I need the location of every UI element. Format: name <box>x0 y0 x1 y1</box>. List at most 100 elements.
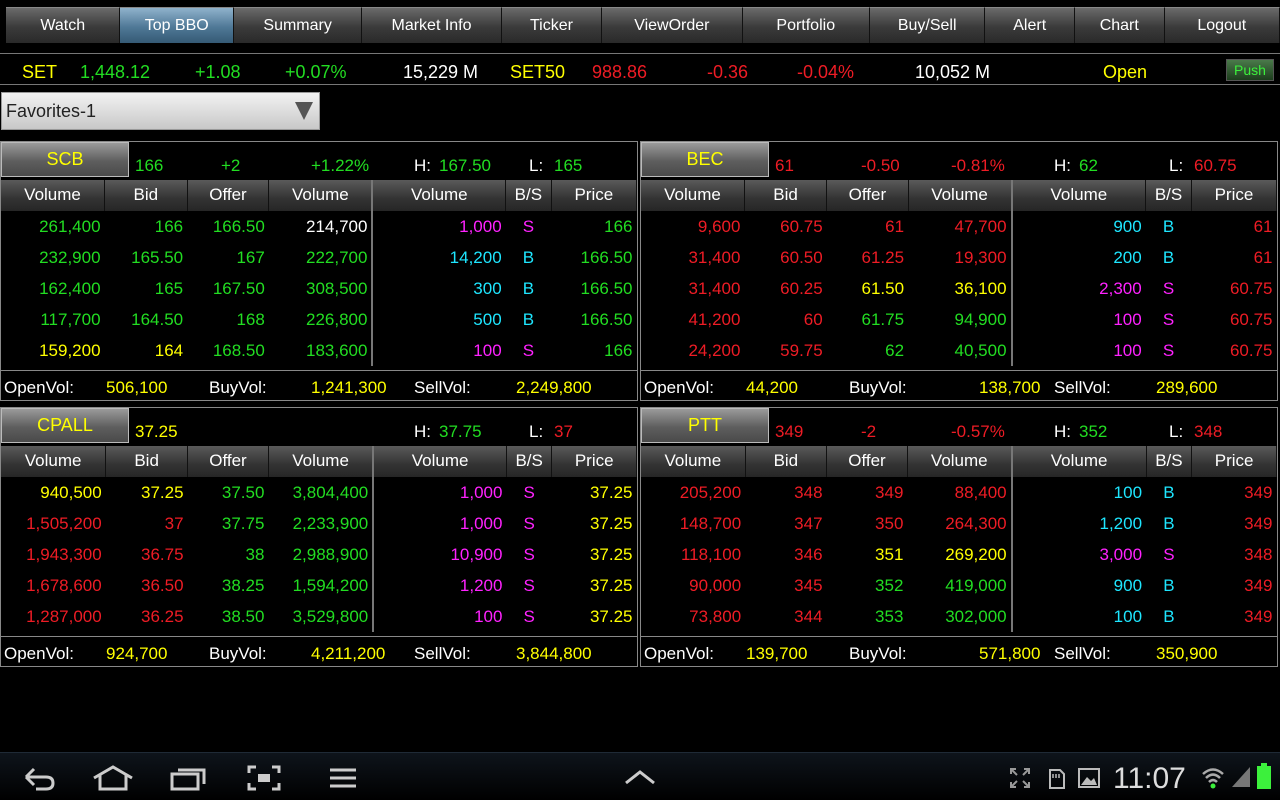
table-row[interactable]: 232,900 165.50 167 222,700 14,200 B 166.50 <box>1 242 637 273</box>
table-row[interactable]: 90,000 345 352 419,000 900 B 349 <box>641 570 1277 601</box>
high-label: H: <box>1054 156 1071 175</box>
offer-price: 61 <box>885 216 905 236</box>
table-row[interactable]: 1,678,600 36.50 38.25 1,594,200 1,200 S 37.25 <box>1 570 637 601</box>
tick-price: 60.75 <box>1229 340 1273 360</box>
bbo-table: Volume Bid Offer Volume Volume B/S Price 940,50… <box>1 446 637 632</box>
table-row[interactable]: 1,943,300 36.75 38 2,988,900 10,900 S 37.25 <box>1 539 637 570</box>
table-row[interactable]: 261,400 166 166.50 214,700 1,000 S 166 <box>1 211 637 242</box>
symbol-button[interactable]: PTT <box>641 408 769 443</box>
screenshot-icon[interactable] <box>247 765 281 791</box>
table-row[interactable]: 205,200 348 349 88,400 100 B 349 <box>641 477 1277 508</box>
table-row[interactable]: 162,400 165 167.50 308,500 300 B 166.50 <box>1 273 637 304</box>
low-value: 165 <box>554 156 583 175</box>
bid-price: 36.50 <box>140 575 184 595</box>
table-row[interactable]: 1,505,200 37 37.75 2,233,900 1,000 S 37.25 <box>1 508 637 539</box>
nav-logout[interactable]: Logout <box>1164 7 1280 43</box>
table-header: Volume Bid Offer Volume Volume B/S Price <box>1 180 638 212</box>
nav-alert[interactable]: Alert <box>985 7 1075 43</box>
offer-price: 168 <box>236 309 265 329</box>
low-label: L: <box>1169 156 1184 175</box>
tick-price: 61 <box>1253 247 1273 267</box>
column-header: Bid <box>744 180 828 212</box>
menu-icon[interactable] <box>328 767 358 789</box>
tick-volume: 100 <box>1113 340 1142 360</box>
table-row[interactable]: 9,600 60.75 61 47,700 900 B 61 <box>641 211 1277 242</box>
gallery-icon <box>1078 768 1100 788</box>
nav-buy-sell[interactable]: Buy/Sell <box>869 7 986 43</box>
bid-volume: 90,000 <box>689 575 742 595</box>
recent-apps-icon[interactable] <box>170 765 206 791</box>
table-row[interactable]: 31,400 60.50 61.25 19,300 200 B 61 <box>641 242 1277 273</box>
sell-volume-label: SellVol: <box>414 378 471 397</box>
tick-side: S <box>523 513 535 533</box>
column-header: Volume <box>908 180 1013 212</box>
bbo-table: Volume Bid Offer Volume Volume B/S Price 261,40… <box>1 180 638 366</box>
symbol-button[interactable]: SCB <box>1 142 129 177</box>
tick-volume: 100 <box>1113 482 1143 502</box>
tick-side: B <box>1162 216 1175 236</box>
bid-price: 166 <box>154 216 184 236</box>
back-icon[interactable] <box>22 765 56 791</box>
nav-vieworder[interactable]: ViewOrder <box>602 7 743 43</box>
offer-price: 166.50 <box>212 216 265 236</box>
nav-portfolio[interactable]: Portfolio <box>742 7 870 43</box>
buy-volume-label: BuyVol: <box>849 644 907 663</box>
bid-volume: 31,400 <box>688 247 741 267</box>
high-value: 352 <box>1079 422 1108 441</box>
offer-price: 37.50 <box>221 482 265 502</box>
set-index-name: SET <box>22 62 58 82</box>
table-row[interactable]: 24,200 59.75 62 40,500 100 S 60.75 <box>641 335 1277 366</box>
offer-volume: 183,600 <box>268 335 374 366</box>
buy-volume-label: BuyVol: <box>209 644 267 663</box>
quote-panel-bec: BEC 61 -0.50 -0.81% H: 62 L: 60.75 Volume Bid Offe… <box>640 141 1278 401</box>
main-nav: Watch Top BBO Summary Market Info Ticker View… <box>0 7 1280 43</box>
table-row[interactable]: 31,400 60.25 61.50 36,100 2,300 S 60.75 <box>641 273 1277 304</box>
favorites-select[interactable]: Favorites-1 <box>1 92 320 130</box>
bid-price: 59.75 <box>780 340 823 360</box>
offer-volume: 226,800 <box>268 304 374 335</box>
table-row[interactable]: 148,700 347 350 264,300 1,200 B 349 <box>641 508 1277 539</box>
price-change: -2 <box>861 422 877 441</box>
buy-volume-label: BuyVol: <box>209 378 267 397</box>
symbol-button[interactable]: BEC <box>641 142 769 177</box>
bid-volume: 117,700 <box>40 309 101 329</box>
bid-volume: 24,200 <box>688 340 741 360</box>
high-value: 62 <box>1079 156 1098 175</box>
bid-volume: 261,400 <box>39 216 101 236</box>
offer-price: 61.75 <box>861 309 905 329</box>
symbol-button[interactable]: CPALL <box>1 408 129 443</box>
bid-volume: 118,100 <box>680 544 742 564</box>
buy-volume-value: 571,800 <box>979 644 1041 663</box>
nav-watch[interactable]: Watch <box>6 7 121 43</box>
table-row[interactable]: 1,287,000 36.25 38.50 3,529,800 100 S 37.25 <box>1 601 637 632</box>
volume-summary: OpenVol: 139,700 BuyVol: 571,800 SellVol: 350… <box>641 636 1277 666</box>
nav-top-bbo[interactable]: Top BBO <box>120 7 234 43</box>
last-price: 349 <box>775 422 804 441</box>
low-label: L: <box>529 156 544 175</box>
table-row[interactable]: 41,200 60 61.75 94,900 100 S 60.75 <box>641 304 1277 335</box>
table-row[interactable]: 940,500 37.25 37.50 3,804,400 1,000 S 37.25 <box>1 477 637 508</box>
tick-volume: 900 <box>1113 216 1142 236</box>
push-button[interactable]: Push <box>1226 59 1274 81</box>
tick-side: S <box>1162 309 1175 329</box>
tick-volume: 100 <box>1113 309 1142 329</box>
buy-volume-value: 4,211,200 <box>311 644 386 663</box>
table-row[interactable]: 73,800 344 353 302,000 100 B 349 <box>641 601 1277 632</box>
tick-volume: 1,200 <box>459 575 503 595</box>
offer-volume: 2,233,900 <box>268 508 375 539</box>
set50-index-pct: -0.04% <box>797 62 855 82</box>
set-index-change: +1.08 <box>195 62 241 82</box>
table-row[interactable]: 117,700 164.50 168 226,800 500 B 166.50 <box>1 304 637 335</box>
nav-summary[interactable]: Summary <box>233 7 363 43</box>
column-header: Volume <box>268 180 374 212</box>
nav-market-info[interactable]: Market Info <box>362 7 502 43</box>
price-change: +2 <box>221 156 241 175</box>
nav-chart[interactable]: Chart <box>1074 7 1165 43</box>
open-volume-value: 139,700 <box>746 644 808 663</box>
home-icon[interactable] <box>92 765 134 791</box>
expand-up-icon[interactable] <box>624 769 656 785</box>
table-row[interactable]: 118,100 346 351 269,200 3,000 S 348 <box>641 539 1277 570</box>
table-row[interactable]: 159,200 164 168.50 183,600 100 S 166 <box>1 335 637 366</box>
nav-ticker[interactable]: Ticker <box>501 7 603 43</box>
tick-volume: 100 <box>473 340 502 360</box>
